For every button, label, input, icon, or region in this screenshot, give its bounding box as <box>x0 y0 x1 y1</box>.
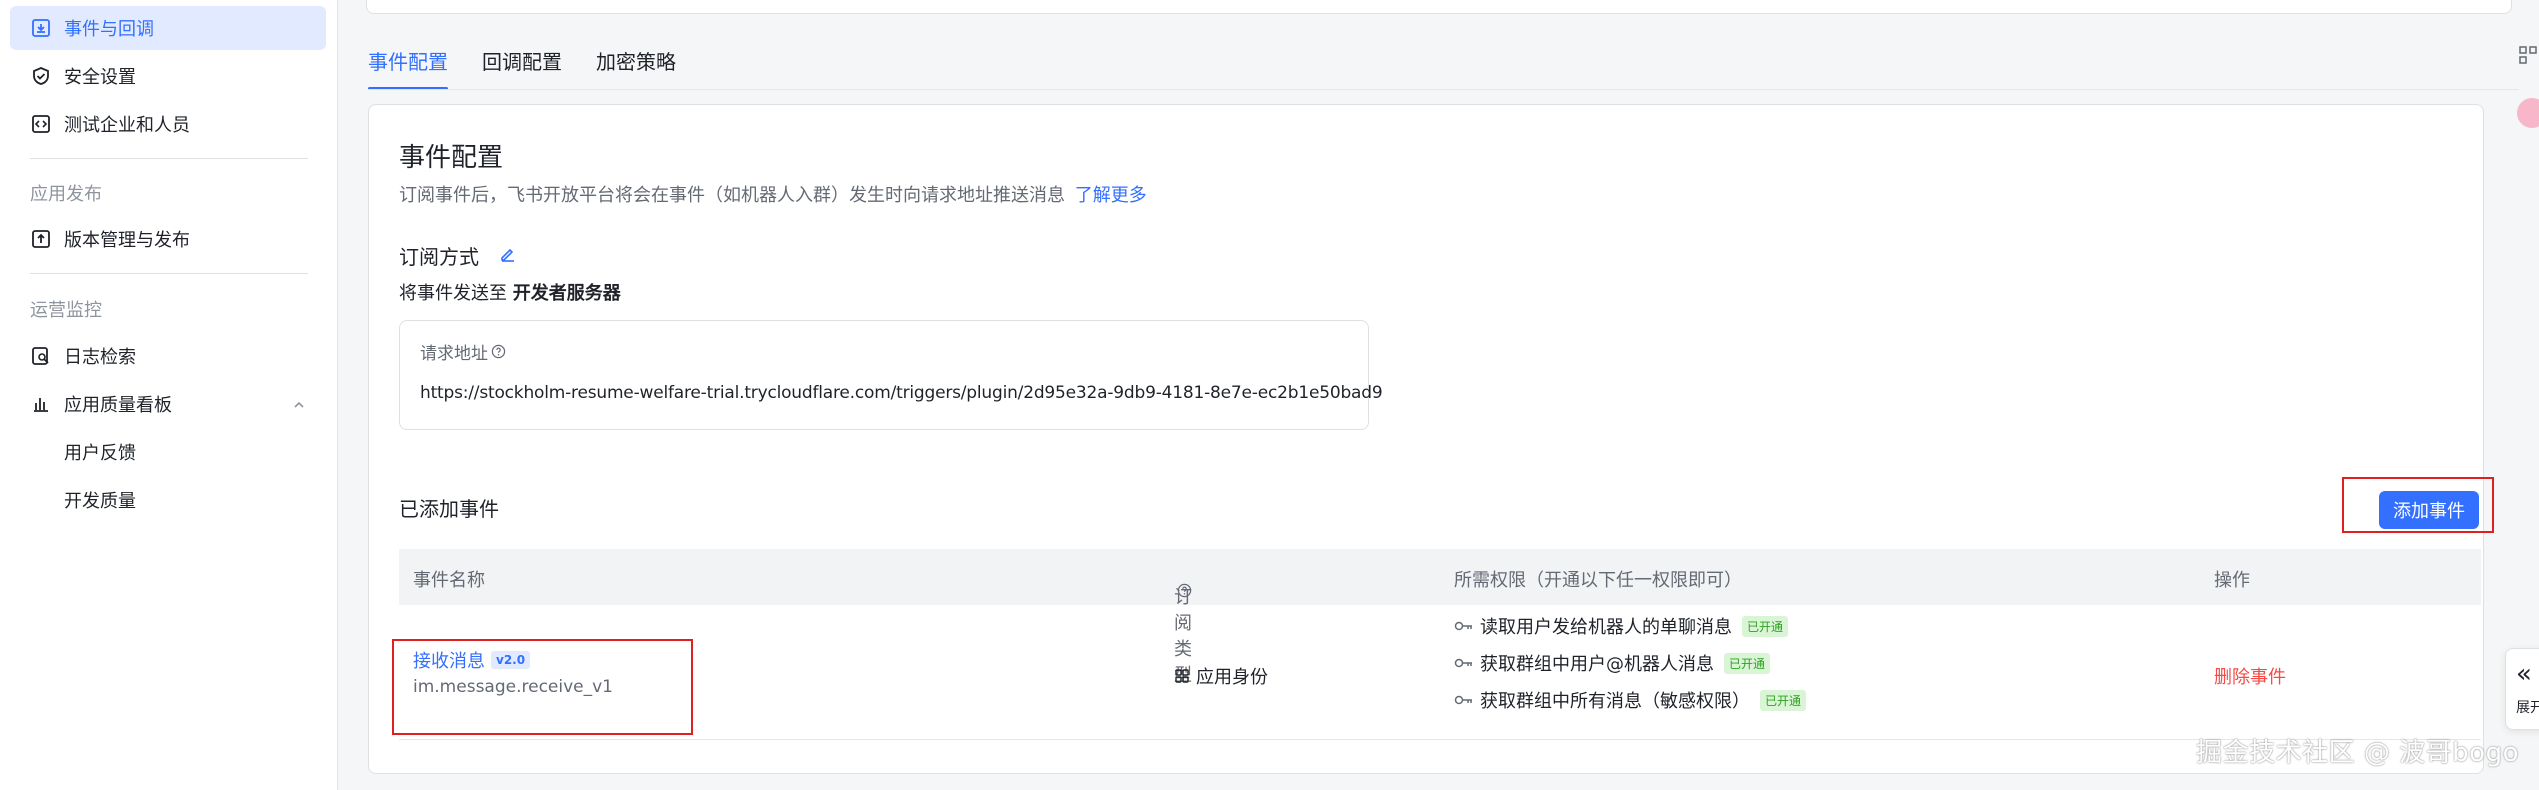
shield-icon <box>30 65 52 87</box>
sidebar-item-label: 安全设置 <box>64 67 136 88</box>
subscribe-mode-row: 订阅方式 <box>399 241 517 270</box>
right-toolbar: « 展开 <box>2505 0 2539 790</box>
sidebar-item-label: 事件与回调 <box>64 19 154 40</box>
key-icon <box>1454 690 1474 711</box>
assistant-avatar-icon[interactable] <box>2517 98 2539 128</box>
column-header-permissions: 所需权限（开通以下任一权限即可） <box>1454 570 1742 591</box>
sidebar-item-label: 测试企业和人员 <box>64 115 190 136</box>
learn-more-link[interactable]: 了解更多 <box>1075 185 1147 206</box>
sidebar-item-version-release[interactable]: 版本管理与发布 <box>10 217 326 261</box>
edit-icon[interactable] <box>499 244 517 268</box>
key-icon <box>1454 653 1474 674</box>
event-name[interactable]: 接收消息 <box>413 647 485 673</box>
main-content: 事件配置 回调配置 加密策略 事件配置 订阅事件后，飞书开放平台将会在事件（如机… <box>338 0 2539 790</box>
event-callback-icon <box>30 17 52 39</box>
tab-callback-config[interactable]: 回调配置 <box>482 44 562 90</box>
version-badge: v2.0 <box>491 651 531 669</box>
apps-grid-icon[interactable] <box>2517 44 2539 66</box>
column-header-actions: 操作 <box>2214 570 2250 591</box>
send-to-prefix: 将事件发送至 <box>399 283 507 304</box>
sidebar-item-quality-dashboard[interactable]: 应用质量看板 <box>10 382 326 426</box>
help-icon[interactable] <box>491 344 506 359</box>
request-url-label-row: 请求地址 <box>420 339 506 364</box>
column-header-name: 事件名称 <box>413 570 485 591</box>
permission-label: 获取群组中用户@机器人消息 <box>1480 654 1714 675</box>
status-badge: 已开通 <box>1724 652 1771 674</box>
expand-panel-button[interactable]: « 展开 <box>2505 648 2539 730</box>
event-config-card: 事件配置 订阅事件后，飞书开放平台将会在事件（如机器人入群）发生时向请求地址推送… <box>368 104 2494 774</box>
permission-label: 读取用户发给机器人的单聊消息 <box>1480 617 1732 638</box>
key-icon <box>1454 616 1474 637</box>
sidebar-divider <box>30 158 308 159</box>
permission-item: 获取群组中所有消息（敏感权限） 已开通 <box>1454 687 1807 713</box>
upload-box-icon <box>30 228 52 250</box>
permission-item: 读取用户发给机器人的单聊消息 已开通 <box>1454 613 1789 639</box>
send-to-target: 开发者服务器 <box>512 283 621 304</box>
sidebar-group-publish: 应用发布 <box>30 184 102 205</box>
sidebar-item-label: 版本管理与发布 <box>64 230 190 251</box>
subscription-type: 应用身份 <box>1174 663 1268 689</box>
sidebar-item-user-feedback[interactable]: 用户反馈 <box>10 430 326 474</box>
tab-event-config[interactable]: 事件配置 <box>368 44 448 90</box>
request-url-box: 请求地址 https://stockholm-resume-welfare-tr… <box>399 320 1383 430</box>
send-to-text: 将事件发送至 开发者服务器 <box>399 279 621 305</box>
help-icon[interactable] <box>1177 583 1192 598</box>
tab-divider <box>368 89 2519 90</box>
app-grid-icon <box>1174 668 1190 684</box>
sidebar-item-test-enterprise[interactable]: 测试企业和人员 <box>10 102 326 146</box>
section-description: 订阅事件后，飞书开放平台将会在事件（如机器人入群）发生时向请求地址推送消息 了解… <box>399 181 1147 207</box>
sidebar-divider <box>30 273 308 274</box>
subscribe-mode-title: 订阅方式 <box>399 245 479 269</box>
log-search-icon <box>30 345 52 367</box>
double-chevron-left-icon: « <box>2516 659 2532 689</box>
sidebar-item-log-search[interactable]: 日志检索 <box>10 334 326 378</box>
request-url-label: 请求地址 <box>420 344 488 364</box>
sidebar-item-security[interactable]: 安全设置 <box>10 54 326 98</box>
code-box-icon <box>30 113 52 135</box>
sidebar-item-dev-quality[interactable]: 开发质量 <box>10 478 326 522</box>
bar-chart-icon <box>30 393 52 415</box>
section-title: 事件配置 <box>399 143 504 173</box>
tab-bar: 事件配置 回调配置 加密策略 <box>368 44 710 90</box>
status-badge: 已开通 <box>1760 689 1807 711</box>
sidebar-group-monitor: 运营监控 <box>30 300 102 321</box>
sidebar-item-label: 用户反馈 <box>64 443 136 464</box>
sidebar-item-label: 日志检索 <box>64 347 136 368</box>
description-text: 订阅事件后，飞书开放平台将会在事件（如机器人入群）发生时向请求地址推送消息 <box>399 185 1065 206</box>
sidebar-item-label: 应用质量看板 <box>64 395 172 416</box>
permission-label: 获取群组中所有消息（敏感权限） <box>1480 691 1750 712</box>
chevron-up-icon[interactable] <box>292 396 306 417</box>
top-card <box>366 0 2512 14</box>
request-url-value[interactable]: https://stockholm-resume-welfare-trial.t… <box>420 383 1383 403</box>
subscription-type-label: 应用身份 <box>1196 667 1268 688</box>
tab-encryption-policy[interactable]: 加密策略 <box>596 44 676 90</box>
added-events-title: 已添加事件 <box>399 497 499 521</box>
event-key: im.message.receive_v1 <box>413 677 613 697</box>
sidebar-item-event-callback[interactable]: 事件与回调 <box>10 6 326 50</box>
events-table-header: 事件名称 订阅类型 所需权限（开通以下任一权限即可） 操作 <box>399 549 2481 686</box>
table-row: 接收消息 v2.0 im.message.receive_v1 应用身份 读取用… <box>392 605 2481 740</box>
add-event-button[interactable]: 添加事件 <box>2379 491 2479 529</box>
delete-event-button[interactable]: 删除事件 <box>2214 663 2286 689</box>
status-badge: 已开通 <box>1742 615 1789 637</box>
permission-item: 获取群组中用户@机器人消息 已开通 <box>1454 650 1771 676</box>
watermark: 掘金技术社区 @ 波哥bogo <box>2196 738 2519 768</box>
sidebar: 事件与回调 安全设置 测试企业和人员 应用发布 版本管理与发布 运营监控 日志检… <box>0 0 338 790</box>
event-name-link[interactable]: 接收消息 v2.0 <box>413 647 531 673</box>
sidebar-item-label: 开发质量 <box>64 491 136 512</box>
expand-label: 展开 <box>2516 700 2539 716</box>
